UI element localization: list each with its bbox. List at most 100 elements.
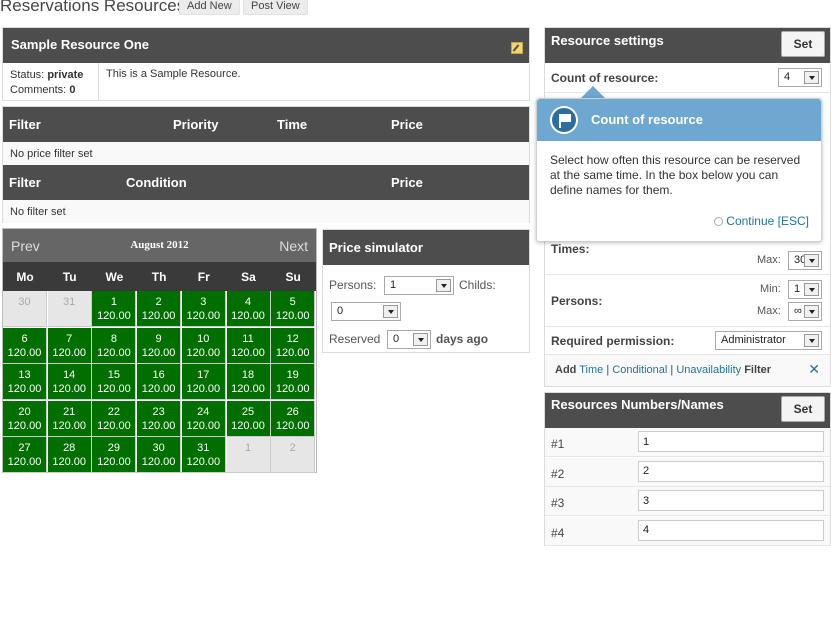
day-price: 120.00 [52, 346, 87, 359]
calendar-day-cell[interactable]: 11 120.00 [226, 327, 271, 364]
calendar-day-cell[interactable]: 18 120.00 [226, 364, 271, 400]
sim-persons-select[interactable]: 1 [384, 276, 454, 295]
day-price: 120.00 [141, 456, 176, 468]
resource-name-input[interactable] [638, 431, 824, 452]
weekday-header: We [105, 270, 124, 284]
names-row: #3 [545, 487, 830, 516]
calendar-day-cell[interactable]: 10 120.00 [181, 327, 226, 364]
edit-icon[interactable] [511, 42, 523, 54]
tooltip-arrow [581, 86, 605, 98]
calendar-day-cell[interactable]: 1 [226, 437, 271, 473]
add-conditional-link[interactable]: Conditional [612, 364, 667, 376]
price-filter-empty: No price filter set [3, 142, 529, 165]
resource-name-input[interactable] [638, 490, 824, 511]
count-select[interactable]: 4 [778, 68, 822, 87]
filter-header: Filter Condition Price [3, 165, 529, 200]
calendar-header: August 2012 Prev Next [3, 229, 316, 262]
calendar-day-cell[interactable]: 4 120.00 [226, 291, 271, 327]
calendar-day-cell[interactable]: 13 120.00 [3, 364, 47, 400]
persons-max-value: ∞ [794, 305, 802, 317]
day-number: 31 [197, 442, 210, 454]
day-number: 13 [18, 369, 31, 381]
day-price: 120.00 [97, 383, 131, 395]
day-number: 1 [244, 442, 252, 454]
day-number: 16 [152, 369, 165, 381]
times-max-select[interactable]: 30 [788, 251, 822, 270]
calendar-day-cell[interactable]: 21 120.00 [47, 400, 92, 437]
persons-max-select[interactable]: ∞ [788, 302, 822, 321]
calendar-day-cell[interactable]: 17 120.00 [181, 364, 226, 400]
calendar-day-cell[interactable]: 12 120.00 [271, 327, 316, 364]
add-unavailability-link[interactable]: Unavailability [676, 364, 741, 376]
settings-set-button[interactable]: Set [781, 31, 825, 57]
calendar-day-cell[interactable]: 29 120.00 [92, 437, 137, 473]
sim-reserved-select[interactable]: 0 [387, 330, 431, 349]
calendar-day-cell[interactable]: 2 120.00 [137, 291, 182, 327]
calendar-day-cell[interactable]: 15 120.00 [92, 364, 137, 400]
calendar-day-cell[interactable]: 5 120.00 [271, 291, 316, 327]
chevron-down-icon [413, 333, 428, 346]
names-row: #1 [545, 428, 830, 457]
close-icon[interactable]: ✕ [808, 361, 820, 378]
tooltip-title: Count of resource [591, 112, 703, 127]
calendar-day-cell[interactable]: 20 120.00 [3, 400, 47, 437]
calendar-day-cell[interactable]: 30 [3, 291, 47, 327]
calendar-day-cell[interactable]: 30 120.00 [137, 437, 182, 473]
calendar-day-cell[interactable]: 27 120.00 [3, 437, 47, 473]
calendar-day-cell[interactable]: 3 120.00 [181, 291, 226, 327]
col-price: Price [391, 175, 423, 190]
day-number: 27 [18, 442, 31, 454]
day-number: 4 [244, 296, 252, 308]
day-number: 14 [63, 369, 76, 381]
calendar-day-cell[interactable]: 28 120.00 [47, 437, 92, 473]
calendar-day-cell[interactable]: 14 120.00 [47, 364, 92, 400]
day-price: 120.00 [141, 346, 176, 359]
calendar-day-cell[interactable]: 24 120.00 [181, 400, 226, 437]
calendar-day-cell[interactable]: 7 120.00 [47, 327, 92, 364]
names-set-button[interactable]: Set [781, 396, 825, 422]
persons-min-label: Min: [760, 283, 781, 295]
calendar-day-cell[interactable]: 1 120.00 [92, 291, 137, 327]
sim-childs-select[interactable]: 0 [331, 302, 401, 321]
calendar-day-cell[interactable]: 26 120.00 [271, 400, 316, 437]
permission-select[interactable]: Administrator [715, 331, 822, 350]
calendar-day-cell[interactable]: 25 120.00 [226, 400, 271, 437]
post-view-button[interactable]: Post View [243, 0, 308, 15]
calendar-day-cell[interactable]: 16 120.00 [137, 364, 182, 400]
calendar-day-cell[interactable]: 31 120.00 [181, 437, 226, 473]
add-filter-row: Add Time | Conditional | Unavailability … [545, 355, 830, 386]
calendar-next-button[interactable]: Next [279, 238, 308, 254]
chevron-down-icon [804, 283, 819, 296]
weekday-header: Mo [16, 270, 34, 284]
sim-childs-label: Childs: [459, 278, 496, 292]
day-number: 22 [107, 405, 121, 418]
calendar-day-cell[interactable]: 23 120.00 [137, 400, 182, 437]
resource-meta: Status: private Comments: 0 [3, 63, 99, 101]
day-price: 120.00 [141, 383, 176, 395]
day-number: 2 [155, 296, 162, 308]
resource-name-input[interactable] [638, 519, 824, 541]
calendar-day-cell[interactable]: 2 [271, 437, 316, 473]
status-value: private [47, 69, 84, 81]
resource-name-input[interactable] [638, 460, 824, 482]
day-number: 26 [286, 405, 299, 418]
add-time-link[interactable]: Time [579, 364, 603, 376]
resource-description: This is a Sample Resource. [106, 68, 241, 80]
sim-persons-label: Persons: [329, 278, 377, 292]
calendar-day-cell[interactable]: 6 120.00 [3, 327, 47, 364]
day-price: 120.00 [141, 419, 176, 432]
calendar-day-cell[interactable]: 8 120.00 [92, 327, 137, 364]
persons-min-select[interactable]: 1 [788, 280, 822, 299]
calendar-day-cell[interactable]: 9 120.00 [137, 327, 182, 364]
calendar-prev-button[interactable]: Prev [11, 238, 40, 254]
day-number: 6 [21, 332, 28, 345]
filter-word: Filter [744, 364, 772, 376]
calendar-day-cell[interactable]: 19 120.00 [271, 364, 316, 400]
calendar-day-cell[interactable]: 22 120.00 [92, 400, 137, 437]
calendar-day-cell[interactable]: 31 [47, 291, 92, 327]
persons-row: Persons: Min: 1 Max: ∞ [545, 275, 830, 327]
chevron-down-icon [383, 305, 398, 318]
tooltip-continue-button[interactable]: Continue [ESC] [714, 214, 809, 228]
add-new-button[interactable]: Add New [179, 0, 240, 15]
day-number: 20 [18, 405, 31, 418]
